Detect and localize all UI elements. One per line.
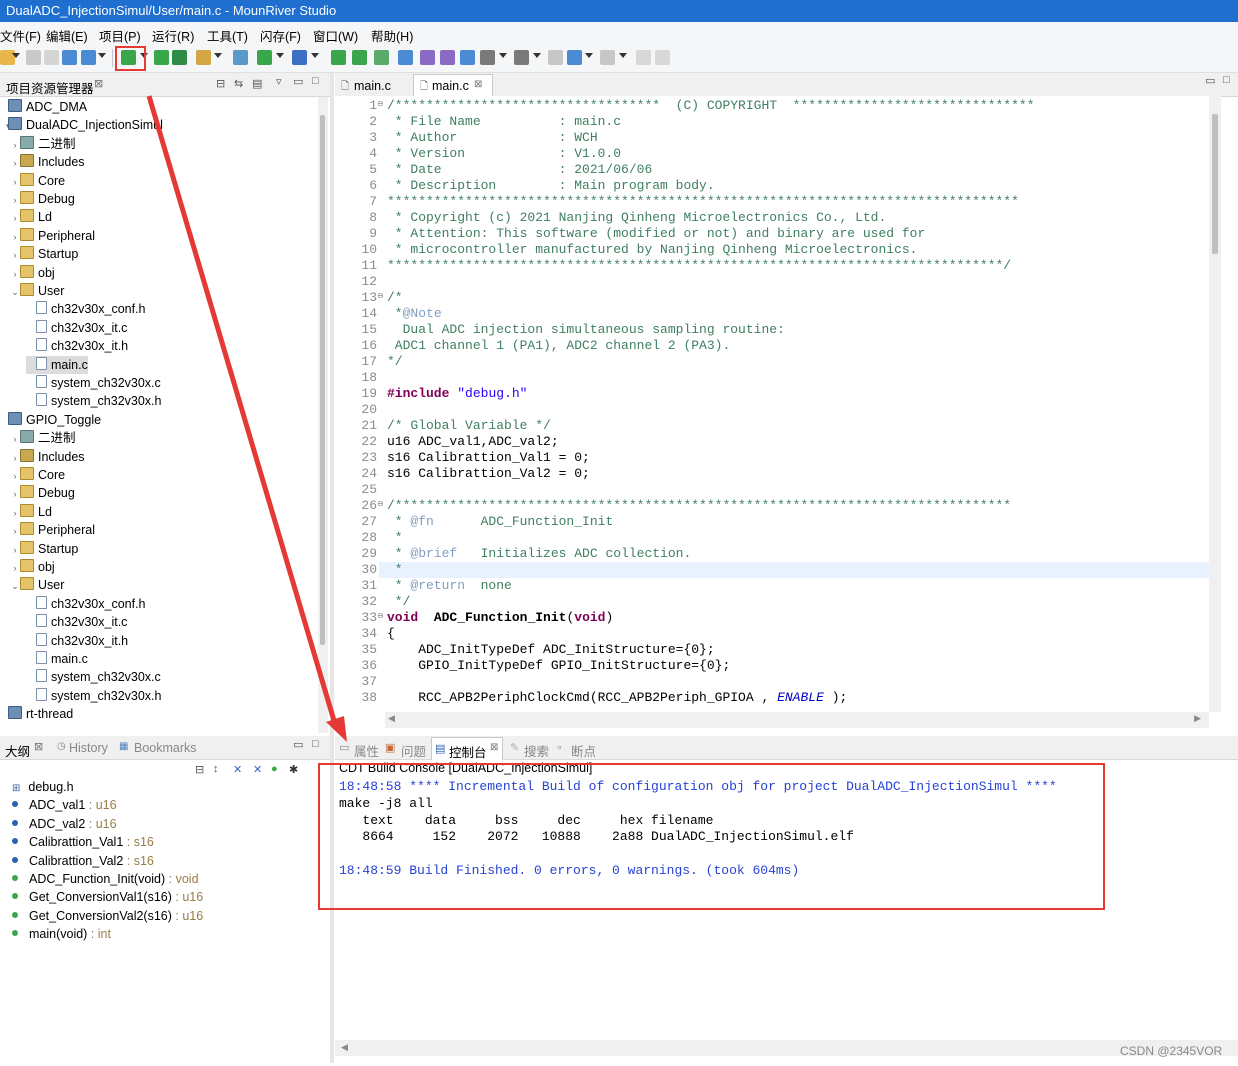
watermark: CSDN @2345VOR bbox=[1120, 1044, 1223, 1058]
arrow-shaft bbox=[146, 95, 338, 725]
arrow-head bbox=[326, 716, 347, 742]
annotation-arrow bbox=[146, 95, 347, 742]
